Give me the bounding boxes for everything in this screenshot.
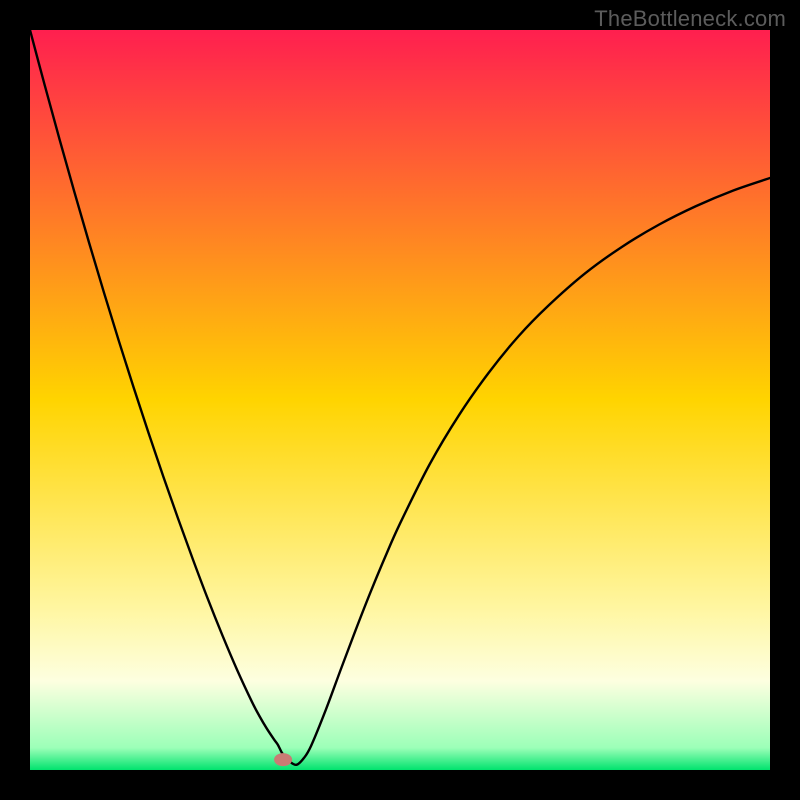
watermark-text: TheBottleneck.com [594,6,786,32]
gradient-background [30,30,770,770]
chart-frame: TheBottleneck.com [0,0,800,800]
optimal-point-marker [274,753,292,766]
plot-area [30,30,770,770]
plot-svg [30,30,770,770]
